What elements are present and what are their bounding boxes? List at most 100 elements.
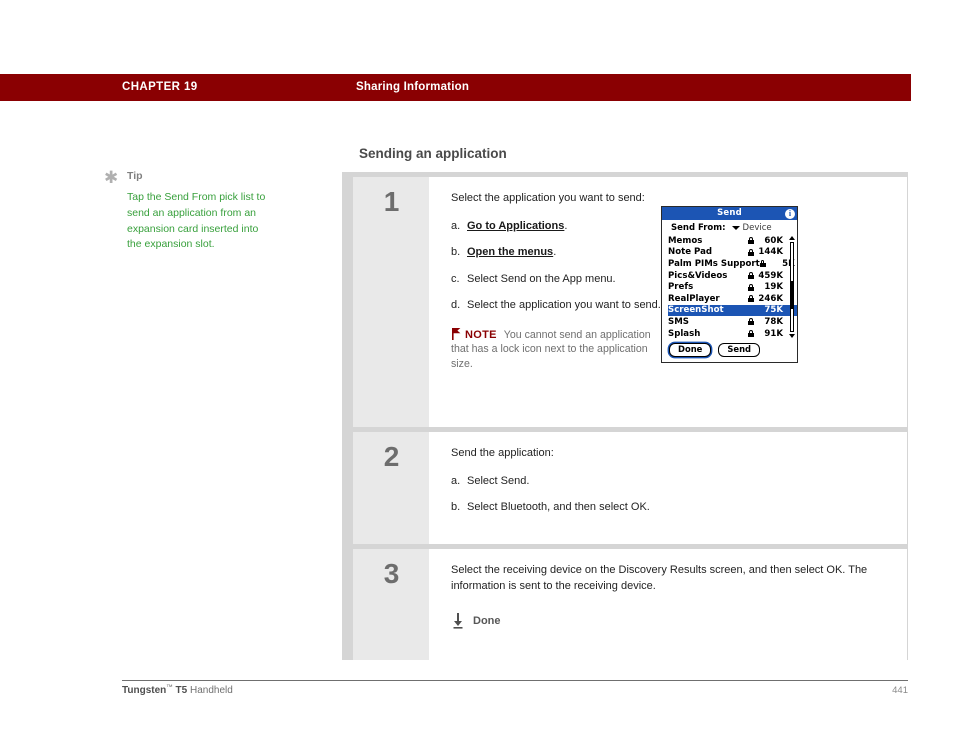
send-from-value: Device xyxy=(742,223,772,233)
list-item[interactable]: Pics&Videos 459K xyxy=(668,270,797,282)
substep-letter: c. xyxy=(451,272,460,285)
app-size: 60K xyxy=(764,235,783,246)
palm-dialog-title: Send xyxy=(717,208,742,218)
info-icon[interactable]: i xyxy=(785,208,795,219)
step-lead-text: Send the application: xyxy=(451,447,554,459)
step-row: 3 Select the receiving device on the Dis… xyxy=(353,549,907,660)
step-lead-text: Select the receiving device on the Disco… xyxy=(451,564,868,592)
note-label: NOTE xyxy=(465,328,497,341)
substep-tail: . xyxy=(564,219,568,232)
app-size: 78K xyxy=(764,316,783,327)
app-size: 75K xyxy=(764,305,783,316)
tip-label: Tip xyxy=(127,170,143,182)
substep-text: Go to Applications. xyxy=(467,219,567,235)
step-content: Send the application: a. Select Send. b.… xyxy=(429,432,907,544)
send-from-picker[interactable]: Send From: Device xyxy=(662,220,797,235)
app-size: 19K xyxy=(764,282,783,293)
steps-table: 1 Select the application you want to sen… xyxy=(342,172,908,660)
footer-product-model: T5 xyxy=(172,685,188,696)
lock-icon xyxy=(748,248,754,256)
substep-link[interactable]: Open the menus xyxy=(467,246,553,258)
lock-icon xyxy=(748,237,754,245)
substep-text: Open the menus. xyxy=(467,245,556,261)
step-number: 2 xyxy=(383,441,400,472)
footer-product: Tungsten™ T5 Handheld xyxy=(122,684,233,696)
step-row: 1 Select the application you want to sen… xyxy=(353,177,907,432)
step-number-cell: 3 xyxy=(353,549,429,660)
send-button[interactable]: Send xyxy=(718,343,761,358)
substep-letter: d. xyxy=(451,299,461,311)
step-number-cell: 1 xyxy=(353,177,429,427)
chevron-down-icon xyxy=(731,226,740,230)
footer-product-brand: Tungsten xyxy=(122,685,167,696)
app-size: 459K xyxy=(758,270,783,281)
substep-text: Select Send. xyxy=(467,474,530,487)
chapter-label: CHAPTER 19 xyxy=(122,81,198,93)
step-lead-text: Select the application you want to send: xyxy=(451,192,645,204)
note-block: NOTE You cannot send an application that … xyxy=(451,327,651,372)
app-name: Prefs xyxy=(668,282,694,293)
step-number: 3 xyxy=(383,558,400,589)
scroll-down-arrow-icon[interactable] xyxy=(788,334,795,339)
scrollbar-thumb[interactable] xyxy=(789,281,794,309)
palm-send-dialog-screenshot: Send i Send From: Device Memos 60K Note … xyxy=(661,206,798,364)
page-title: Sending an application xyxy=(359,146,507,161)
substep-item: b. Select Bluetooth, and then select OK. xyxy=(451,500,897,516)
app-name: Note Pad xyxy=(668,247,713,258)
substep-list: a. Select Send. b. Select Bluetooth, and… xyxy=(451,474,897,516)
chapter-header-bar: CHAPTER 19 Sharing Information xyxy=(0,74,911,101)
step-row: 2 Send the application: a. Select Send. … xyxy=(353,432,907,549)
lock-icon xyxy=(748,272,754,280)
done-marker: Done xyxy=(451,613,897,629)
footer-product-rest: Handheld xyxy=(187,685,233,696)
list-item[interactable]: Note Pad 144K xyxy=(668,247,797,259)
application-list[interactable]: Memos 60K Note Pad 144K Palm PIMs Suppor… xyxy=(662,235,797,339)
app-size: 144K xyxy=(758,247,783,258)
asterisk-icon: ✱ xyxy=(104,168,119,188)
palm-titlebar: Send i xyxy=(662,207,797,220)
substep-link[interactable]: Go to Applications xyxy=(467,220,564,232)
app-size: 246K xyxy=(758,293,783,304)
scrollbar[interactable] xyxy=(788,236,795,339)
substep-text: Select Send on the App menu. xyxy=(467,272,616,285)
lock-icon xyxy=(748,283,754,291)
app-name: Pics&Videos xyxy=(668,270,728,281)
section-label: Sharing Information xyxy=(356,81,470,93)
list-item-selected[interactable]: ScreenShot 75K xyxy=(668,304,797,317)
step-number-cell: 2 xyxy=(353,432,429,544)
done-button[interactable]: Done xyxy=(669,343,712,358)
list-item[interactable]: Prefs 19K xyxy=(668,281,797,293)
app-name: Palm PIMs Support xyxy=(668,258,760,269)
down-arrow-icon xyxy=(451,613,465,629)
done-label: Done xyxy=(473,615,501,627)
send-from-label: Send From: xyxy=(671,223,726,233)
lock-icon xyxy=(759,260,766,268)
list-item[interactable]: Splash 91K xyxy=(668,328,797,340)
app-name: RealPlayer xyxy=(668,293,720,304)
palm-button-row: Done Send xyxy=(662,339,797,362)
app-name: SMS xyxy=(668,316,689,327)
substep-letter: a. xyxy=(451,474,461,487)
tip-text: Tap the Send From pick list to send an a… xyxy=(127,191,266,251)
lock-icon xyxy=(748,295,754,303)
substep-tail: . xyxy=(553,246,557,258)
page-number: 441 xyxy=(892,685,908,696)
scroll-up-arrow-icon[interactable] xyxy=(788,236,795,240)
substep-letter: b. xyxy=(451,501,461,513)
list-item[interactable]: RealPlayer 246K xyxy=(668,293,797,305)
list-item[interactable]: Palm PIMs Support 5K xyxy=(668,258,797,270)
step-content: Select the receiving device on the Disco… xyxy=(429,549,907,660)
app-size: 91K xyxy=(764,328,783,339)
app-name: ScreenShot xyxy=(668,305,724,316)
note-flag-icon xyxy=(451,327,462,340)
app-name: Splash xyxy=(668,328,701,339)
substep-letter: b. xyxy=(451,246,461,258)
substep-text: Select Bluetooth, and then select OK. xyxy=(467,501,650,513)
app-name: Memos xyxy=(668,235,703,246)
substep-letter: a. xyxy=(451,219,461,232)
list-item[interactable]: SMS 78K xyxy=(668,316,797,328)
substep-item: a. Select Send. xyxy=(451,474,897,490)
list-item[interactable]: Memos 60K xyxy=(668,235,797,247)
lock-icon xyxy=(748,330,754,338)
substep-text: Select the application you want to send. xyxy=(467,299,661,311)
